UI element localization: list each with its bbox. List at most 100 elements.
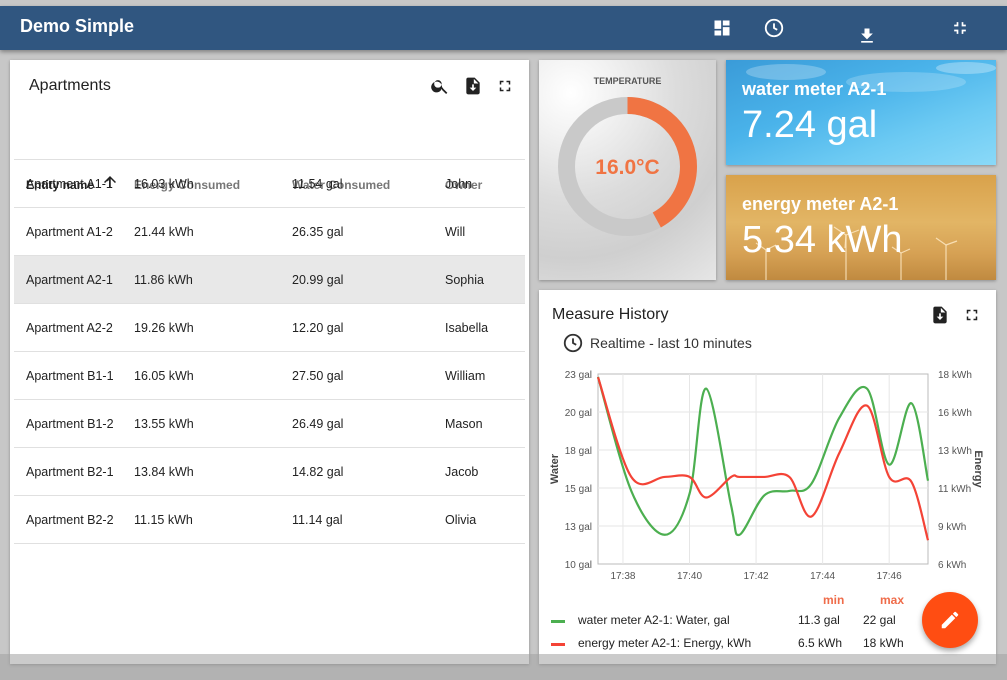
apartments-widget: Apartments Entity name Energy Consumed W… <box>10 60 529 664</box>
cell-water: 11.54 gal <box>292 177 343 191</box>
legend-header-min: min <box>823 593 845 607</box>
cell-owner: Olivia <box>445 513 477 527</box>
legend-header-max: max <box>880 593 905 607</box>
cell-entity-name: Apartment B2-1 <box>26 465 114 479</box>
water-meter-name: water meter A2-1 <box>742 79 887 99</box>
fullscreen-icon[interactable] <box>493 74 517 98</box>
energy-meter-card: energy meter A2-1 5.34 kWh <box>726 175 996 280</box>
edit-icon <box>941 611 959 629</box>
x-tick-label: 17:40 <box>677 571 702 582</box>
y-tick-label: 18 gal <box>565 446 592 457</box>
y-tick-label: 20 gal <box>565 408 592 419</box>
table-row[interactable]: Apartment A1-2 21.44 kWh 26.35 gal Will <box>14 208 525 256</box>
cell-energy: 13.55 kWh <box>134 417 194 431</box>
cell-entity-name: Apartment B1-1 <box>26 369 114 383</box>
fullscreen-exit-icon[interactable] <box>946 14 974 42</box>
cell-owner: William <box>445 369 486 383</box>
table-row[interactable]: Apartment A1-1 16.03 kWh 11.54 gal John <box>14 160 525 208</box>
legend-max-water: 22 gal <box>863 613 896 627</box>
cell-energy: 16.03 kWh <box>134 177 194 191</box>
search-icon[interactable] <box>428 74 452 98</box>
cell-entity-name: Apartment A2-2 <box>26 321 113 335</box>
cell-water: 26.49 gal <box>292 417 344 431</box>
temperature-widget: TEMPERATURE 16.0°C <box>539 60 716 280</box>
plot-area <box>597 373 929 565</box>
y-tick-label: 10 gal <box>565 560 592 571</box>
legend-color-energy <box>551 643 565 646</box>
x-tick-label: 17:42 <box>744 571 769 582</box>
cell-entity-name: Apartment A1-2 <box>26 225 113 239</box>
x-tick-label: 17:44 <box>810 571 835 582</box>
cell-owner: Will <box>445 225 466 239</box>
legend-max-energy: 18 kWh <box>863 636 904 650</box>
y2-tick-label: 13 kWh <box>938 446 972 457</box>
fullscreen-icon[interactable] <box>960 303 984 327</box>
y2-tick-label: 18 kWh <box>938 370 972 381</box>
cell-owner: Sophia <box>445 273 484 287</box>
y-tick-label: 13 gal <box>565 522 592 533</box>
x-tick-label: 17:38 <box>610 571 635 582</box>
legend-label-energy[interactable]: energy meter A2-1: Energy, kWh <box>578 636 751 650</box>
y2-tick-label: 16 kWh <box>938 408 972 419</box>
history-title: Measure History <box>552 306 669 323</box>
cell-water: 27.50 gal <box>292 369 344 383</box>
cell-owner: John <box>445 177 473 191</box>
cell-owner: Isabella <box>445 321 489 335</box>
table-row[interactable]: Apartment A2-1 11.86 kWh 20.99 gal Sophia <box>14 256 525 304</box>
table-row[interactable]: Apartment A2-2 19.26 kWh 12.20 gal Isabella <box>14 304 525 352</box>
table-row[interactable]: Apartment B2-2 11.15 kWh 11.14 gal Olivia <box>14 496 525 544</box>
cell-entity-name: Apartment A2-1 <box>26 273 113 287</box>
top-toolbar: Demo Simple <box>0 6 1007 50</box>
timewindow-label[interactable]: Realtime - last 10 minutes <box>590 335 752 351</box>
edit-dashboard-button[interactable] <box>922 592 978 648</box>
legend-min-energy: 6.5 kWh <box>798 636 843 650</box>
y-axis-label: Water <box>549 453 561 484</box>
cell-entity-name: Apartment A1-1 <box>26 177 113 191</box>
cell-entity-name: Apartment B2-2 <box>26 513 114 527</box>
water-meter-value: 7.24 gal <box>742 104 878 146</box>
energy-meter-name: energy meter A2-1 <box>742 194 899 214</box>
y2-axis-label: Energy <box>972 450 984 488</box>
table-row[interactable]: Apartment B2-1 13.84 kWh 14.82 gal Jacob <box>14 448 525 496</box>
energy-meter-value: 5.34 kWh <box>742 219 903 261</box>
temperature-label: TEMPERATURE <box>593 76 662 86</box>
cell-energy: 16.05 kWh <box>134 369 194 383</box>
cell-owner: Jacob <box>445 465 479 479</box>
clock-icon[interactable] <box>561 331 585 355</box>
temperature-value: 16.0°C <box>595 156 659 179</box>
cell-energy: 13.84 kWh <box>134 465 194 479</box>
measure-history-chart: 23 gal 20 gal 18 gal 15 gal 13 gal 10 gal 18 k… <box>549 370 984 582</box>
cell-water: 12.20 gal <box>292 321 344 335</box>
cell-energy: 11.15 kWh <box>134 513 193 527</box>
table-row[interactable]: Apartment B1-1 16.05 kWh 27.50 gal William <box>14 352 525 400</box>
cell-water: 26.35 gal <box>292 225 344 239</box>
y2-tick-label: 6 kWh <box>938 560 966 571</box>
cell-water: 14.82 gal <box>292 465 344 479</box>
cell-water: 20.99 gal <box>292 273 344 287</box>
legend-color-water <box>551 620 565 623</box>
apartments-title: Apartments <box>29 77 111 94</box>
cell-entity-name: Apartment B1-2 <box>26 417 114 431</box>
export-file-icon[interactable] <box>928 303 952 327</box>
y-tick-label: 23 gal <box>565 370 592 381</box>
cell-energy: 11.86 kWh <box>134 273 193 287</box>
dashboard-title: Demo Simple <box>20 16 135 36</box>
water-meter-card: water meter A2-1 7.24 gal <box>726 60 996 165</box>
cell-energy: 19.26 kWh <box>134 321 194 335</box>
dashboard-icon[interactable] <box>708 14 736 42</box>
clock-icon[interactable] <box>760 14 788 42</box>
x-tick-label: 17:46 <box>877 571 902 582</box>
download-icon[interactable] <box>853 22 881 50</box>
cell-owner: Mason <box>445 417 483 431</box>
y-tick-label: 15 gal <box>565 484 592 495</box>
y2-tick-label: 9 kWh <box>938 522 966 533</box>
table-row[interactable]: Apartment B1-2 13.55 kWh 26.49 gal Mason <box>14 400 525 448</box>
legend-label-water[interactable]: water meter A2-1: Water, gal <box>578 613 730 627</box>
cell-water: 11.14 gal <box>292 513 343 527</box>
cell-energy: 21.44 kWh <box>134 225 194 239</box>
export-file-icon[interactable] <box>461 74 485 98</box>
y2-tick-label: 11 kWh <box>938 484 971 495</box>
legend-min-water: 11.3 gal <box>798 613 840 627</box>
bottom-overlay-bar <box>0 654 1007 680</box>
temperature-gauge: 16.0°C <box>558 97 697 236</box>
